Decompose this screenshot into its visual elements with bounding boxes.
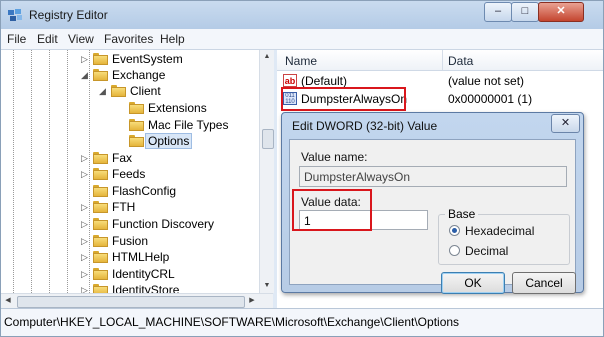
folder-icon [93, 53, 108, 65]
value-name-field[interactable]: DumpsterAlwaysOn [299, 166, 567, 187]
tree-item-label: EventSystem [112, 52, 183, 66]
folder-icon [93, 251, 108, 263]
scroll-thumb[interactable] [262, 129, 274, 149]
hexadecimal-label: Hexadecimal [465, 224, 535, 238]
maximize-button[interactable]: □ [511, 2, 539, 22]
open-folder-icon [129, 135, 144, 147]
tree-item-label: IdentityStore [112, 283, 180, 293]
tree-item-label: Mac File Types [148, 118, 229, 132]
expand-arrow-icon[interactable]: ▷ [81, 282, 90, 293]
expand-arrow-icon[interactable]: ▷ [81, 150, 90, 166]
menu-edit[interactable]: Edit [37, 32, 58, 46]
folder-icon [93, 152, 108, 164]
folder-icon [93, 185, 108, 197]
close-button[interactable]: ✕ [538, 2, 584, 22]
folder-icon [129, 119, 144, 131]
expand-arrow-icon[interactable]: ▷ [81, 249, 90, 265]
column-data[interactable]: Data [448, 54, 473, 68]
menu-file[interactable]: File [7, 32, 26, 46]
tree-item-label: IdentityCRL [112, 267, 175, 281]
minimize-button[interactable]: – [484, 2, 512, 22]
registry-editor-window: Registry Editor – □ ✕ File Edit View Fav… [0, 0, 604, 337]
menu-view[interactable]: View [68, 32, 94, 46]
folder-icon [93, 284, 108, 293]
dialog-close-button[interactable]: ✕ [551, 114, 580, 133]
highlight-box [281, 87, 406, 111]
list-header: Name Data [277, 50, 603, 71]
tree-item-label: Client [130, 84, 161, 98]
folder-icon [93, 268, 108, 280]
title-bar: Registry Editor – □ ✕ [1, 1, 603, 29]
ok-button[interactable]: OK [441, 272, 505, 294]
menu-bar: File Edit View Favorites Help [1, 29, 603, 50]
column-separator[interactable] [442, 50, 443, 70]
registry-tree: ▷ EventSystem ◢ Exchange ◢ Client Extens… [1, 50, 274, 293]
decimal-option[interactable]: Decimal [449, 244, 564, 258]
string-value-icon: ab [283, 74, 297, 87]
value-name-label: Value name: [301, 150, 368, 164]
tree-item-label: Exchange [112, 68, 166, 82]
tree-item-label: FlashConfig [112, 184, 177, 198]
scroll-right-arrow-icon[interactable]: ▶ [245, 294, 259, 308]
registry-editor-icon [8, 9, 22, 21]
tree-guide-line [31, 50, 32, 293]
radio-selected[interactable] [449, 225, 460, 236]
scroll-up-arrow-icon[interactable]: ▲ [260, 50, 274, 64]
window-title: Registry Editor [29, 8, 108, 22]
tree-item-label: Fusion [112, 234, 149, 248]
status-bar: Computer\HKEY_LOCAL_MACHINE\SOFTWARE\Mic… [1, 308, 603, 336]
menu-help[interactable]: Help [160, 32, 185, 46]
folder-icon [93, 69, 108, 81]
tree-item-label: HTMLHelp [112, 250, 170, 264]
expand-arrow-icon[interactable]: ▷ [81, 266, 90, 282]
folder-icon [93, 168, 108, 180]
tree-guide-line [67, 50, 68, 293]
hexadecimal-option[interactable]: Hexadecimal [449, 224, 564, 238]
highlight-box [292, 189, 372, 231]
tree-item-label: FTH [112, 200, 136, 214]
registry-path: Computer\HKEY_LOCAL_MACHINE\SOFTWARE\Mic… [4, 315, 460, 329]
value-data: (value not set) [448, 74, 525, 88]
expand-arrow-icon[interactable]: ▷ [81, 216, 90, 232]
menu-favorites[interactable]: Favorites [104, 32, 153, 46]
folder-icon [111, 85, 126, 97]
tree-vertical-scrollbar[interactable]: ▲ ▼ [259, 50, 274, 293]
expand-arrow-icon[interactable]: ▷ [81, 166, 90, 182]
dialog-title: Edit DWORD (32-bit) Value [292, 119, 438, 133]
scroll-down-arrow-icon[interactable]: ▼ [260, 279, 274, 293]
tree-item-label: Fax [112, 151, 133, 165]
tree-item-label: Extensions [148, 101, 207, 115]
radio-unselected[interactable] [449, 245, 460, 256]
folder-icon [129, 102, 144, 114]
base-group: Base Hexadecimal Decimal [438, 207, 570, 265]
tree-item-label: Feeds [112, 167, 146, 181]
cancel-button[interactable]: Cancel [512, 272, 576, 294]
folder-icon [93, 218, 108, 230]
base-group-label: Base [445, 207, 479, 221]
collapse-arrow-icon[interactable]: ◢ [99, 83, 108, 99]
collapse-arrow-icon[interactable]: ◢ [81, 67, 90, 83]
expand-arrow-icon[interactable]: ▷ [81, 51, 90, 67]
scroll-left-arrow-icon[interactable]: ◀ [1, 294, 15, 308]
expand-arrow-icon[interactable]: ▷ [81, 199, 90, 215]
tree-guide-line [49, 50, 50, 293]
expand-arrow-icon[interactable]: ▷ [81, 233, 90, 249]
folder-icon [93, 201, 108, 213]
value-name: (Default) [301, 74, 348, 88]
value-data: 0x00000001 (1) [448, 92, 533, 106]
tree-horizontal-scrollbar[interactable]: ◀ ▶ [1, 293, 273, 309]
scroll-thumb[interactable] [17, 296, 245, 308]
column-name[interactable]: Name [285, 54, 317, 68]
decimal-label: Decimal [465, 244, 509, 258]
folder-icon [93, 235, 108, 247]
tree-item-label: Options [145, 133, 193, 149]
tree-guide-line [13, 50, 14, 293]
tree-item-label: Function Discovery [112, 217, 215, 231]
